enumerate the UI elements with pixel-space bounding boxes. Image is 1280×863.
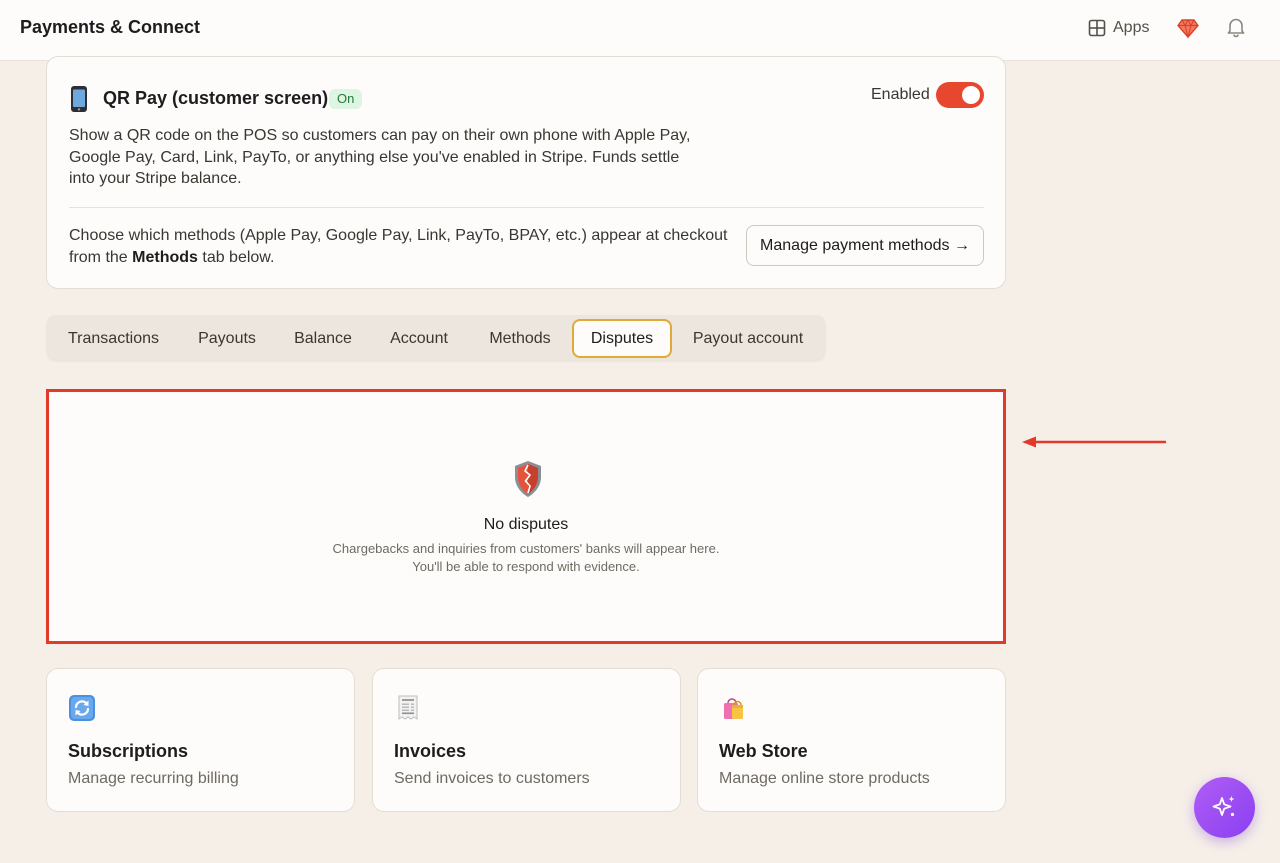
card-description: Manage online store products: [719, 770, 930, 787]
annotation-arrow-icon: [1022, 436, 1166, 448]
manage-payment-methods-button[interactable]: Manage payment methods →: [746, 225, 984, 266]
qr-pay-title: QR Pay (customer screen): [103, 88, 329, 108]
tab-disputes[interactable]: Disputes: [572, 319, 672, 358]
toggle-knob: [962, 86, 980, 104]
tab-payouts[interactable]: Payouts: [183, 319, 271, 358]
tab-account[interactable]: Account: [375, 319, 463, 358]
methods-note: Choose which methods (Apple Pay, Google …: [69, 225, 739, 268]
qr-pay-card: QR Pay (customer screen) On Enabled Show…: [46, 56, 1006, 289]
refresh-icon: [69, 695, 95, 721]
qr-pay-toggle[interactable]: [936, 82, 984, 108]
disputes-empty-state: No disputes Chargebacks and inquiries fr…: [46, 389, 1006, 644]
enabled-label: Enabled: [871, 86, 930, 103]
notifications-button[interactable]: [1224, 15, 1248, 39]
grid-icon: [1088, 19, 1106, 37]
status-badge: On: [329, 89, 363, 109]
shopping-bags-icon: [724, 698, 743, 719]
empty-state-line-2: You'll be able to respond with evidence.: [412, 558, 640, 574]
apps-label: Apps: [1113, 19, 1150, 36]
card-title: Subscriptions: [68, 741, 189, 761]
mobile-phone-icon: [71, 86, 87, 112]
tab-balance[interactable]: Balance: [279, 319, 367, 358]
apps-button[interactable]: Apps: [1088, 16, 1149, 40]
card-description: Manage recurring billing: [68, 770, 239, 787]
bell-icon: [1227, 18, 1245, 38]
gem-button[interactable]: [1176, 16, 1200, 40]
subscriptions-card[interactable]: Subscriptions Manage recurring billing: [46, 668, 355, 812]
empty-state-description: Chargebacks and inquiries from customers…: [49, 540, 1003, 575]
gem-icon: [1177, 18, 1199, 40]
empty-state-title: No disputes: [483, 516, 569, 533]
card-title: Web Store: [719, 741, 808, 761]
top-bar: Payments & Connect Apps: [0, 0, 1280, 61]
sparkle-icon: [1212, 796, 1235, 817]
tab-methods[interactable]: Methods: [471, 319, 569, 358]
tab-payout-account[interactable]: Payout account: [680, 319, 816, 358]
card-divider: [69, 207, 984, 208]
invoices-card[interactable]: Invoices Send invoices to customers: [372, 668, 681, 812]
card-title: Invoices: [394, 741, 467, 761]
methods-note-bold: Methods: [132, 248, 198, 266]
methods-note-suffix: tab below.: [197, 248, 275, 266]
shield-icon: [515, 461, 541, 497]
card-description: Send invoices to customers: [394, 770, 590, 787]
receipt-icon: [398, 695, 418, 720]
empty-state-line-1: Chargebacks and inquiries from customers…: [332, 541, 720, 556]
web-store-card[interactable]: Web Store Manage online store products: [697, 668, 1006, 812]
tab-transactions[interactable]: Transactions: [46, 319, 181, 358]
ai-assistant-button[interactable]: [1194, 777, 1255, 838]
qr-pay-description: Show a QR code on the POS so customers c…: [69, 127, 691, 187]
page-title: Payments & Connect: [20, 17, 201, 37]
payments-tabs: Transactions Payouts Balance Account Met…: [46, 315, 826, 362]
